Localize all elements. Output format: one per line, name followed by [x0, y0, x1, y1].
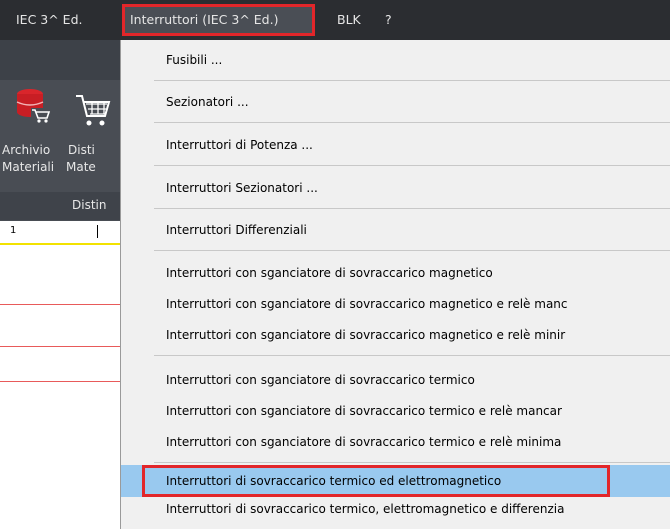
menu-item-sganciatore-magnetico[interactable]: Interruttori con sganciatore di sovracca… — [121, 262, 670, 284]
drawing-line — [0, 304, 120, 305]
menu-help[interactable]: ? — [385, 0, 392, 40]
distinta-materiali-label: Mate — [66, 160, 96, 174]
ruler-number: 1 — [10, 225, 17, 236]
ruler: 1 — [0, 221, 120, 245]
archivio-label: Archivio — [2, 143, 51, 157]
menu-separator — [154, 462, 670, 463]
distinta-label: Disti — [68, 143, 95, 157]
menu-item-label: Sezionatori ... — [166, 95, 249, 109]
menu-separator — [154, 165, 670, 166]
menu-blk[interactable]: BLK — [337, 0, 361, 40]
menu-item-label: Fusibili ... — [166, 53, 223, 67]
menu-bar: IEC 3^ Ed. Interruttori (IEC 3^ Ed.) BLK… — [0, 0, 670, 40]
menu-separator — [154, 122, 670, 123]
menu-item-termico-elettromagnetico[interactable]: Interruttori di sovraccarico termico ed … — [121, 465, 670, 497]
interruttori-dropdown-menu: Fusibili ... Sezionatori ... Interruttor… — [120, 40, 670, 529]
menu-item-label: Interruttori con sganciatore di sovracca… — [166, 297, 568, 311]
menu-separator — [154, 208, 670, 209]
distinta-materiali-button[interactable]: Disti Mate — [64, 80, 120, 190]
menu-item-label: Interruttori Differenziali — [166, 223, 307, 237]
menu-item-label: Interruttori con sganciatore di sovracca… — [166, 328, 566, 342]
panel-title: Distin — [72, 198, 107, 212]
database-cart-icon — [16, 89, 51, 123]
archivio-materiali-button[interactable]: Archivio Materiali — [0, 80, 62, 190]
drawing-line — [0, 381, 120, 382]
menu-item-sganciatore-magnetico-rele-minima[interactable]: Interruttori con sganciatore di sovracca… — [121, 324, 670, 346]
menu-item-interruttori-differenziali[interactable]: Interruttori Differenziali — [121, 219, 670, 241]
materiali-label: Materiali — [2, 160, 55, 174]
menu-item-sganciatore-magnetico-rele-mancanza[interactable]: Interruttori con sganciatore di sovracca… — [121, 293, 670, 315]
menu-item-sganciatore-termico[interactable]: Interruttori con sganciatore di sovracca… — [121, 369, 670, 391]
menu-iec-3-ed[interactable]: IEC 3^ Ed. — [16, 0, 83, 40]
menu-item-label: Interruttori di Potenza ... — [166, 138, 313, 152]
menu-item-interruttori-sezionatori[interactable]: Interruttori Sezionatori ... — [121, 177, 670, 199]
menu-item-label: Interruttori con sganciatore di sovracca… — [166, 266, 493, 280]
menu-item-label: Interruttori Sezionatori ... — [166, 181, 318, 195]
menu-separator — [154, 250, 670, 251]
menu-item-fusibili[interactable]: Fusibili ... — [121, 49, 670, 71]
menu-separator — [154, 355, 670, 356]
menu-item-label: Interruttori con sganciatore di sovracca… — [166, 404, 562, 418]
menu-item-termico-elettromagnetico-differenziale[interactable]: Interruttori di sovraccarico termico, el… — [121, 498, 670, 520]
menu-item-interruttori-potenza[interactable]: Interruttori di Potenza ... — [121, 134, 670, 156]
menu-item-label: Interruttori di sovraccarico termico ed … — [166, 474, 502, 488]
drawing-line — [0, 346, 120, 347]
ribbon-tab-strip — [0, 40, 120, 80]
ribbon-panel-footer: Distin — [0, 192, 120, 220]
menu-separator — [154, 80, 670, 81]
menu-interruttori-iec[interactable]: Interruttori (IEC 3^ Ed.) — [122, 4, 315, 36]
cart-icon — [76, 95, 111, 126]
menu-item-label: Interruttori con sganciatore di sovracca… — [166, 373, 475, 387]
menu-item-sezionatori[interactable]: Sezionatori ... — [121, 91, 670, 113]
ruler-tick — [97, 225, 98, 238]
menu-item-sganciatore-termico-rele-mancanza[interactable]: Interruttori con sganciatore di sovracca… — [121, 400, 670, 422]
menu-item-sganciatore-termico-rele-minima[interactable]: Interruttori con sganciatore di sovracca… — [121, 431, 670, 453]
menu-item-label: Interruttori di sovraccarico termico, el… — [166, 502, 565, 516]
menu-item-label: Interruttori con sganciatore di sovracca… — [166, 435, 562, 449]
